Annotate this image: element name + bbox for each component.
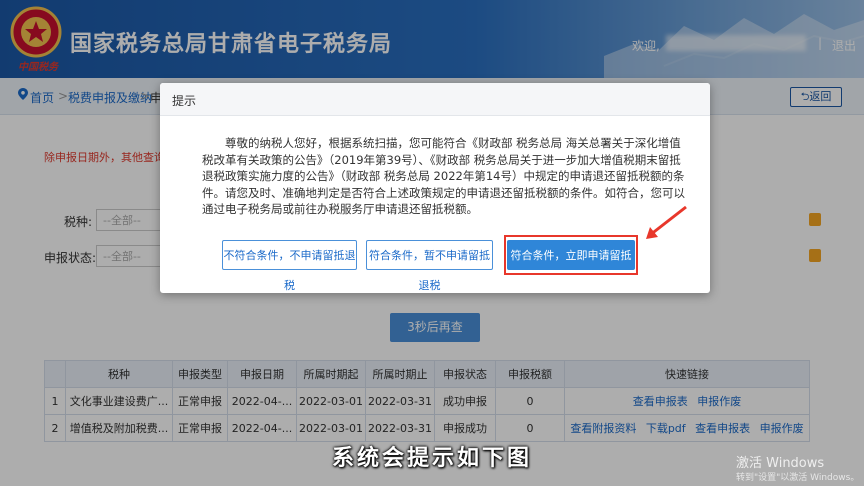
video-caption: 系统会提示如下图 (331, 446, 532, 471)
dialog-title: 提示 (172, 94, 197, 108)
windows-activation-subtext: 转到"设置"以激活 Windows。 (736, 473, 860, 483)
dialog-header: 提示 (160, 83, 710, 116)
windows-activation-watermark: 激活 Windows (736, 456, 825, 471)
annotation-arrow-icon (646, 205, 687, 239)
dialog-message: 尊敬的纳税人您好，根据系统扫描，您可能符合《财政部 税务总局 海关总署关于深化增… (202, 136, 685, 216)
not-eligible-button[interactable]: 不符合条件，不申请留抵退税 (222, 240, 357, 292)
eligible-later-button[interactable]: 符合条件，暂不申请留抵退税 (366, 240, 493, 292)
highlight-box (504, 235, 638, 275)
